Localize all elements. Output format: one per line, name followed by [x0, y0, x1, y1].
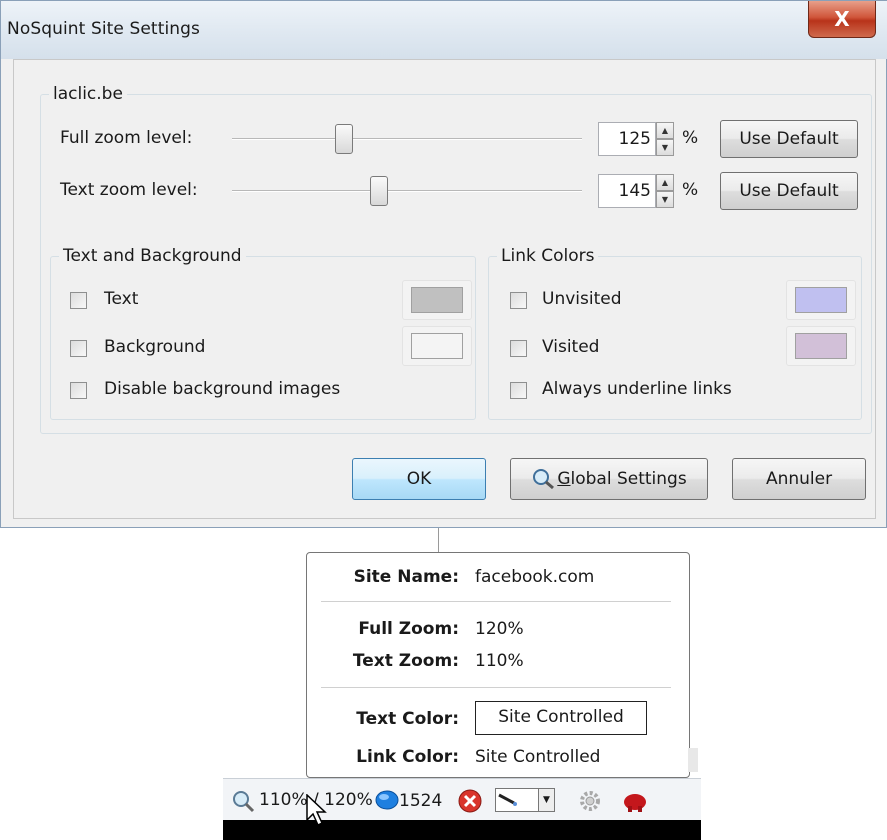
settings-dialog: NoSquint Site Settings X laclic.be Full …: [0, 0, 887, 528]
text-zoom-value: 110%: [475, 651, 524, 671]
chevron-down-icon[interactable]: ▼: [539, 788, 555, 812]
underline-links-checkbox[interactable]: [510, 382, 527, 399]
text-zoom-slider-thumb[interactable]: [370, 176, 388, 206]
red-icon[interactable]: [621, 789, 649, 813]
site-name-legend: laclic.be: [49, 84, 127, 104]
link-color-key: Link Color:: [356, 747, 459, 767]
error-icon[interactable]: [457, 788, 483, 814]
global-settings-accesskey: G: [557, 469, 571, 489]
text-zoom-label: Text zoom level:: [60, 180, 198, 200]
text-color-value: Site Controlled: [475, 701, 647, 735]
text-zoom-default-button[interactable]: Use Default: [720, 172, 858, 210]
text-zoom-slider-track[interactable]: [232, 190, 582, 192]
mouse-cursor-icon: [306, 794, 327, 827]
text-zoom-key: Text Zoom:: [352, 651, 459, 671]
title-bar[interactable]: NoSquint Site Settings X: [1, 1, 887, 59]
text-color-key: Text Color:: [356, 709, 459, 729]
connector-line: [438, 528, 439, 552]
text-color-swatch: [411, 287, 463, 313]
full-zoom-slider-track[interactable]: [232, 138, 582, 140]
magnifier-icon: [533, 469, 555, 490]
dialog-client: laclic.be Full zoom level: 125 ▲ ▼ % Use…: [13, 59, 876, 519]
disable-bg-images-checkbox[interactable]: [70, 382, 87, 399]
visited-label: Visited: [542, 337, 600, 357]
background-color-swatch: [411, 333, 463, 359]
spin-down-icon[interactable]: ▼: [656, 139, 674, 156]
unvisited-color-picker[interactable]: [786, 280, 856, 320]
global-settings-button[interactable]: Global Settings: [510, 458, 708, 500]
text-background-legend: Text and Background: [59, 246, 246, 266]
chat-bubble-icon[interactable]: [375, 790, 399, 812]
background-color-picker[interactable]: [402, 326, 472, 366]
visited-color-picker[interactable]: [786, 326, 856, 366]
ok-button[interactable]: OK: [352, 458, 486, 500]
spin-up-icon[interactable]: ▲: [656, 122, 674, 139]
text-color-label: Text: [104, 289, 139, 309]
gear-icon[interactable]: [577, 788, 603, 814]
eyedropper-icon: [498, 793, 517, 806]
site-name-key: Site Name:: [353, 567, 459, 587]
full-zoom-key: Full Zoom:: [358, 619, 459, 639]
full-zoom-input[interactable]: 125: [598, 122, 656, 156]
taskbar-strip: [223, 820, 701, 840]
full-zoom-unit: %: [682, 128, 699, 148]
message-count: 1524: [399, 791, 443, 811]
eyedropper-dropdown[interactable]: [495, 788, 539, 812]
visited-color-swatch: [795, 333, 847, 359]
tooltip-separator: [321, 601, 671, 602]
status-bar: 110% / 120% 1524 ▼: [223, 778, 701, 821]
site-info-tooltip: Site Name: facebook.com Full Zoom: 120% …: [306, 552, 690, 778]
window-title: NoSquint Site Settings: [7, 19, 201, 39]
tooltip-edge: [688, 748, 698, 772]
full-zoom-label: Full zoom level:: [60, 128, 193, 148]
full-zoom-default-button[interactable]: Use Default: [720, 120, 858, 158]
unvisited-checkbox[interactable]: [510, 292, 527, 309]
text-zoom-unit: %: [682, 180, 699, 200]
underline-links-label: Always underline links: [542, 379, 732, 399]
text-color-picker[interactable]: [402, 280, 472, 320]
global-settings-label: lobal Settings: [570, 469, 687, 489]
magnifier-icon[interactable]: [231, 789, 255, 813]
background-color-checkbox[interactable]: [70, 340, 87, 357]
unvisited-label: Unvisited: [542, 289, 622, 309]
text-color-checkbox[interactable]: [70, 292, 87, 309]
link-color-value: Site Controlled: [475, 747, 601, 767]
full-zoom-slider-thumb[interactable]: [335, 124, 353, 154]
text-zoom-spinner[interactable]: ▲ ▼: [656, 174, 674, 208]
full-zoom-spinner[interactable]: ▲ ▼: [656, 122, 674, 156]
cancel-button[interactable]: Annuler: [732, 458, 866, 500]
spin-up-icon[interactable]: ▲: [656, 174, 674, 191]
tooltip-separator: [321, 687, 671, 688]
full-zoom-value: 120%: [475, 619, 524, 639]
disable-bg-images-label: Disable background images: [104, 379, 341, 399]
text-zoom-input[interactable]: 145: [598, 174, 656, 208]
close-button[interactable]: X: [808, 1, 876, 38]
link-colors-legend: Link Colors: [497, 246, 599, 266]
visited-checkbox[interactable]: [510, 340, 527, 357]
site-name-value: facebook.com: [475, 567, 595, 587]
spin-down-icon[interactable]: ▼: [656, 191, 674, 208]
unvisited-color-swatch: [795, 287, 847, 313]
background-color-label: Background: [104, 337, 206, 357]
